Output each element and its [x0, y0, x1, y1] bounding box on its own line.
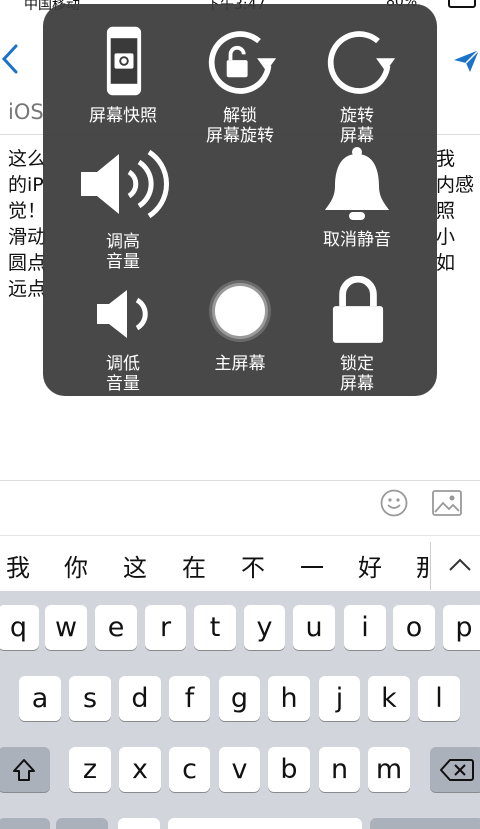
- candidate-word[interactable]: 一: [300, 548, 324, 583]
- key[interactable]: c: [169, 747, 210, 792]
- key[interactable]: u: [293, 605, 335, 650]
- shift-key[interactable]: [0, 747, 50, 792]
- key[interactable]: o: [393, 605, 435, 650]
- backspace-key[interactable]: [430, 747, 480, 792]
- lock-screen-button[interactable]: 锁定 屏幕: [297, 276, 417, 396]
- key[interactable]: e: [95, 605, 137, 650]
- rotate-screen-label: 旋转 屏幕: [340, 106, 374, 146]
- volume-down-button[interactable]: 调低 音量: [63, 280, 183, 396]
- key[interactable]: r: [145, 605, 186, 650]
- key[interactable]: n: [319, 747, 360, 792]
- candidate-word[interactable]: 这: [123, 548, 147, 583]
- key[interactable]: d: [119, 676, 161, 721]
- key[interactable]: w: [45, 605, 87, 650]
- key[interactable]: b: [268, 747, 310, 792]
- key[interactable]: a: [19, 676, 61, 721]
- battery-icon: [448, 0, 476, 8]
- key[interactable]: p: [443, 605, 480, 650]
- key[interactable]: h: [268, 676, 310, 721]
- phone-camera-icon: [106, 26, 142, 96]
- key[interactable]: s: [69, 676, 111, 721]
- home-button[interactable]: 主屏幕: [180, 276, 300, 386]
- key[interactable]: j: [319, 676, 360, 721]
- keyboard: q w e r t y u i o p a s d f g h j k l z …: [0, 591, 480, 829]
- candidate-word[interactable]: 在: [182, 548, 206, 583]
- speaker-quiet-icon: [97, 290, 148, 338]
- key[interactable]: l: [418, 676, 460, 721]
- assistive-touch-menu: 屏幕快照 解锁 屏幕旋转 旋转 屏幕 调高 音量 取消静音 调低 音量 主屏幕 …: [43, 4, 437, 396]
- space-key[interactable]: [168, 818, 362, 829]
- back-chevron-icon[interactable]: [0, 42, 20, 76]
- rotation-unlock-icon: [208, 31, 277, 94]
- key[interactable]: f: [169, 676, 210, 721]
- key[interactable]: i: [344, 605, 386, 650]
- screenshot-button[interactable]: 屏幕快照: [63, 18, 183, 138]
- rotate-screen-button[interactable]: 旋转 屏幕: [297, 18, 417, 148]
- key[interactable]: v: [219, 747, 260, 792]
- volume-up-label: 调高 音量: [106, 232, 140, 272]
- key[interactable]: g: [219, 676, 260, 721]
- candidate-word[interactable]: 不: [241, 548, 265, 583]
- globe-key[interactable]: [56, 818, 108, 829]
- image-icon[interactable]: [432, 490, 462, 516]
- candidate-word[interactable]: 你: [64, 548, 88, 583]
- unmute-label: 取消静音: [323, 230, 391, 250]
- return-key[interactable]: [370, 818, 480, 829]
- shift-icon: [13, 758, 35, 781]
- key[interactable]: t: [194, 605, 236, 650]
- screenshot-label: 屏幕快照: [89, 106, 157, 126]
- unlock-rotation-button[interactable]: 解锁 屏幕旋转: [180, 18, 300, 148]
- candidate-divider: [430, 542, 431, 590]
- unlock-rotation-label: 解锁 屏幕旋转: [206, 106, 274, 146]
- unmute-button[interactable]: 取消静音: [297, 146, 417, 256]
- key[interactable]: z: [69, 747, 111, 792]
- home-circle-icon: [209, 280, 271, 342]
- candidate-bar: 我 你 这 在 不 一 好 那: [0, 535, 480, 591]
- key[interactable]: k: [368, 676, 410, 721]
- compose-toolbar: [0, 480, 480, 522]
- rotate-icon: [327, 31, 396, 94]
- candidate-word[interactable]: 好: [358, 548, 382, 583]
- home-label: 主屏幕: [214, 354, 266, 374]
- candidate-word[interactable]: 那: [416, 548, 430, 583]
- numbers-key[interactable]: [0, 818, 50, 829]
- lock-icon: [332, 276, 384, 343]
- backspace-icon: [440, 758, 474, 781]
- key[interactable]: m: [368, 747, 410, 792]
- key[interactable]: y: [244, 605, 285, 650]
- key[interactable]: x: [119, 747, 161, 792]
- candidate-word[interactable]: 我: [6, 548, 30, 583]
- emoji-icon[interactable]: [380, 489, 408, 517]
- lock-screen-label: 锁定 屏幕: [340, 354, 374, 394]
- speaker-loud-icon: [81, 149, 169, 219]
- key[interactable]: q: [0, 605, 39, 650]
- volume-down-label: 调低 音量: [106, 354, 140, 394]
- email-body-right[interactable]: 我 内感 照 小 如: [436, 146, 480, 276]
- send-icon[interactable]: [452, 48, 480, 74]
- volume-up-button[interactable]: 调高 音量: [63, 146, 183, 276]
- chevron-up-icon[interactable]: [446, 552, 474, 576]
- comma-key[interactable]: [118, 818, 160, 829]
- bell-icon: [325, 147, 389, 220]
